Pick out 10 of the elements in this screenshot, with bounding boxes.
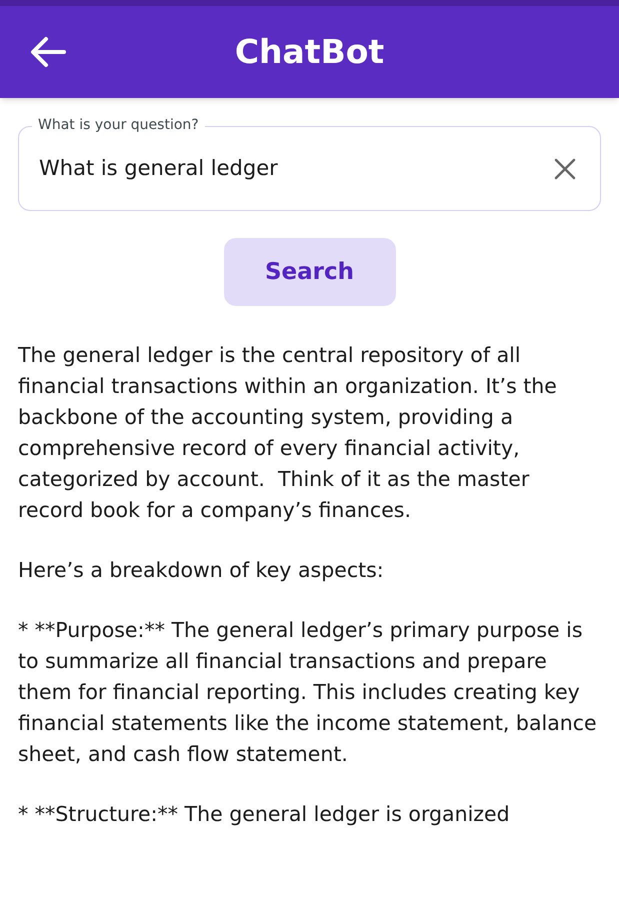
- answer-paragraph: Here’s a breakdown of key aspects:: [18, 557, 385, 584]
- field-value: What is general ledger: [39, 154, 279, 182]
- back-arrow-icon: [30, 36, 66, 68]
- search-button[interactable]: Search: [224, 238, 396, 306]
- answer-paragraph: The general ledger is the central repository of all financial transactions within an organization. It’s the backbone of the accounting system, providing a comprehensive record of every financial activity, categorized by account. Think of it as the master record book for a company’s finances.: [18, 342, 558, 524]
- answer-paragraph: * **Structure:** The general ledger is organized: [18, 801, 511, 828]
- answer-paragraph: * **Purpose:** The general ledger’s primary purpose is to summarize all financial transactions and prepare them for financial reporting. This includes creating key financial statements like the income statement, balance sheet, and cash flow statement.: [18, 617, 598, 768]
- app-title: ChatBot: [234, 31, 384, 74]
- clear-icon[interactable]: [554, 158, 576, 180]
- field-label: What is your question?: [32, 116, 205, 134]
